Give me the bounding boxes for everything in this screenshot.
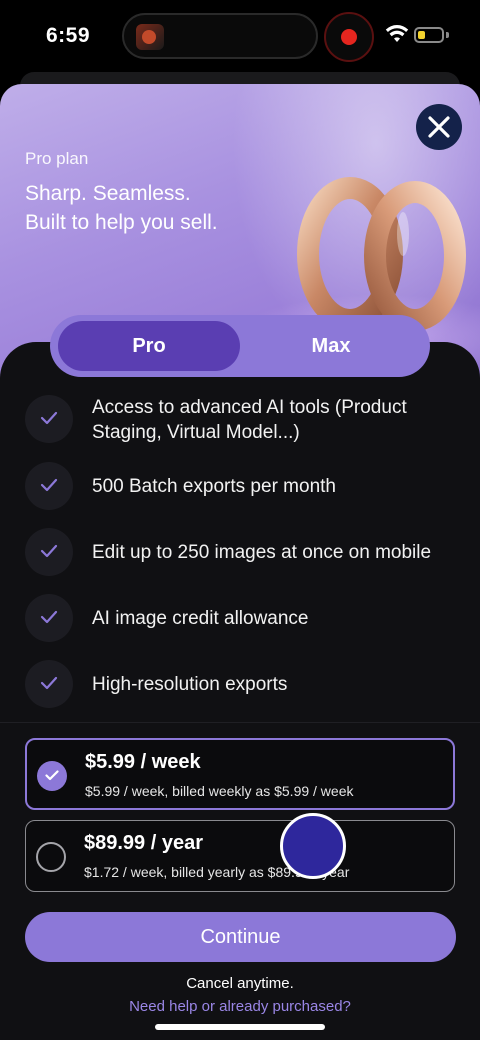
status-bar: 6:59 (0, 0, 480, 72)
plan-option-yearly[interactable]: $89.99 / year $1.72 / week, billed yearl… (25, 820, 455, 892)
touch-indicator (280, 813, 346, 879)
home-indicator[interactable] (155, 1024, 325, 1030)
battery-fill (418, 31, 425, 39)
check-icon (25, 395, 73, 443)
plan-label: Pro plan (25, 149, 89, 168)
dynamic-island[interactable] (122, 13, 318, 59)
continue-button[interactable]: Continue (25, 912, 456, 962)
feature-item: AI image credit allowance (25, 594, 465, 644)
feature-item: Edit up to 250 images at once on mobile (25, 528, 465, 578)
battery-icon (414, 27, 444, 43)
hero-title-line-1: Sharp. Seamless. (25, 182, 191, 205)
feature-item: High-resolution exports (25, 660, 465, 710)
check-icon (25, 462, 73, 510)
feature-item: 500 Batch exports per month (25, 462, 465, 512)
record-icon (341, 29, 357, 45)
plan-option-weekly[interactable]: $5.99 / week $5.99 / week, billed weekly… (25, 738, 455, 810)
check-icon (25, 594, 73, 642)
close-icon (428, 116, 450, 138)
feature-text-line-2: Staging, Virtual Model...) (92, 422, 300, 443)
close-button[interactable] (416, 104, 462, 150)
cancel-note: Cancel anytime. (186, 975, 294, 992)
plan-price: $89.99 / year (84, 832, 203, 854)
hero-title-line-2: Built to help you sell. (25, 211, 218, 234)
screen-record-button[interactable] (324, 12, 374, 62)
help-link[interactable]: Need help or already purchased? (0, 998, 480, 1015)
plan-price: $5.99 / week (85, 751, 201, 773)
plan-detail: $5.99 / week, billed weekly as $5.99 / w… (85, 783, 354, 799)
radio-checked-icon (37, 761, 67, 791)
status-time: 6:59 (46, 24, 91, 47)
feature-text: High-resolution exports (92, 674, 288, 695)
check-icon (25, 660, 73, 708)
wifi-icon (385, 25, 409, 42)
feature-text: Edit up to 250 images at once on mobile (92, 542, 432, 563)
battery-cap (446, 32, 449, 38)
hero-title: Sharp. Seamless. Built to help you sell. (25, 179, 218, 237)
feature-text: AI image credit allowance (92, 608, 309, 629)
feature-text: Access to advanced AI tools (Product Sta… (92, 395, 407, 445)
feature-item: Access to advanced AI tools (Product Sta… (25, 395, 465, 445)
tab-max[interactable]: Max (240, 321, 422, 371)
feature-text-line-1: Access to advanced AI tools (Product (92, 397, 407, 418)
divider (0, 722, 480, 723)
check-icon (25, 528, 73, 576)
radio-unchecked-icon (36, 842, 66, 872)
app-icon (136, 24, 164, 50)
tab-pro[interactable]: Pro (58, 321, 240, 371)
plan-tabs: Pro Max (50, 315, 430, 377)
feature-text: 500 Batch exports per month (92, 476, 336, 497)
